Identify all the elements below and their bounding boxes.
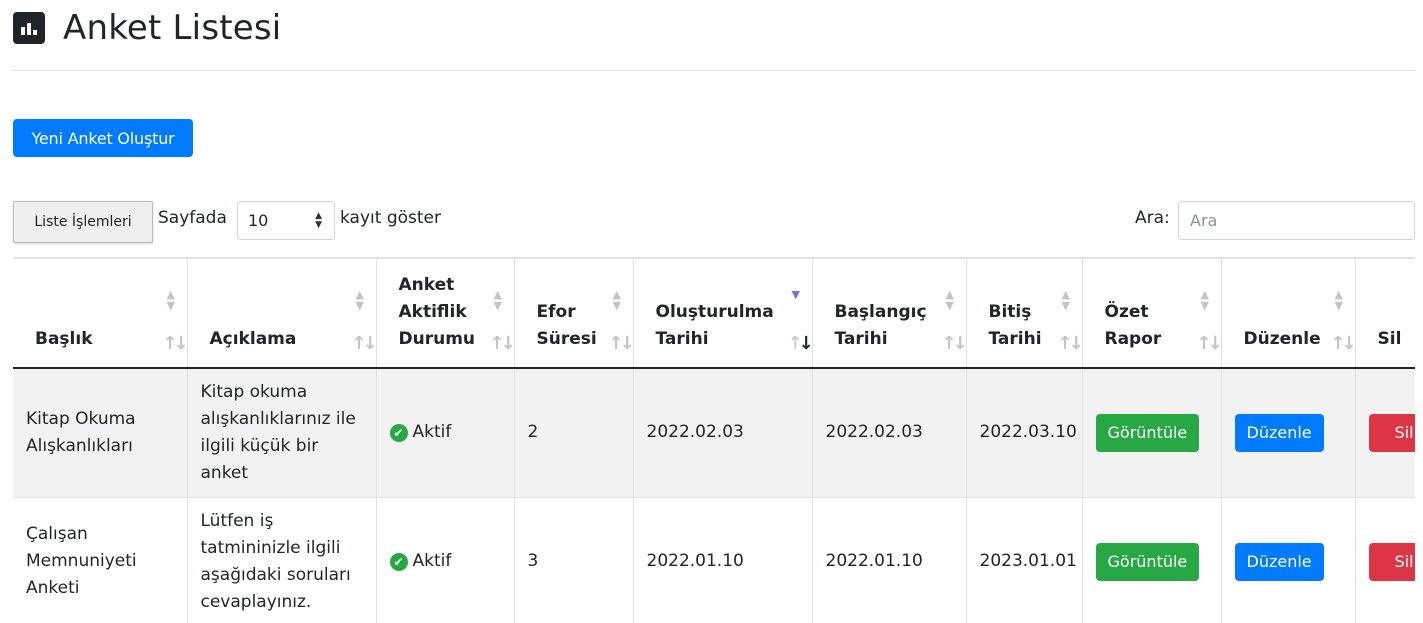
column-header-report[interactable]: Özet Rapor ▲ ▼ ↑↓ bbox=[1082, 258, 1223, 368]
cell-effort: 2 bbox=[514, 368, 634, 497]
cell-effort: 3 bbox=[514, 497, 634, 623]
cell-edit: Düzenle bbox=[1221, 368, 1356, 497]
delete-button[interactable]: Sil bbox=[1368, 413, 1415, 452]
table-row: Kitap Okuma Alışkanlıkları Kitap okuma a… bbox=[13, 368, 1415, 497]
status-label: Aktif bbox=[412, 551, 452, 571]
sort-icon: ▲ ▼ ↑↓ bbox=[162, 288, 189, 354]
list-operations-button[interactable]: Liste İşlemleri bbox=[13, 201, 153, 243]
column-header-created[interactable]: Oluşturulma Tarihi ▼ ↑↓ bbox=[633, 258, 814, 368]
sort-icon: ▲ ▼ ↑↓ bbox=[351, 288, 378, 354]
page-length-value: 10 bbox=[248, 211, 269, 230]
cell-title: Çalışan Memnuniyeti Anketi bbox=[13, 497, 188, 623]
sort-icon: ▲ ▼ ↑↓ bbox=[1057, 288, 1084, 354]
check-circle-icon: ✔ bbox=[389, 423, 408, 442]
cell-delete: Sil bbox=[1355, 497, 1415, 623]
check-circle-icon: ✔ bbox=[389, 552, 408, 571]
edit-button[interactable]: Düzenle bbox=[1234, 413, 1324, 452]
cell-title: Kitap Okuma Alışkanlıkları bbox=[13, 368, 188, 497]
cell-status: ✔ Aktif bbox=[376, 368, 515, 497]
cell-edit: Düzenle bbox=[1221, 497, 1356, 623]
delete-button[interactable]: Sil bbox=[1368, 542, 1415, 581]
select-arrows-icon: ▲ ▼ bbox=[315, 211, 322, 230]
column-header-effort[interactable]: Efor Süresi ▲ ▼ ↑↓ bbox=[514, 258, 635, 368]
new-survey-button[interactable]: Yeni Anket Oluştur bbox=[13, 119, 193, 157]
bar-chart-icon bbox=[13, 12, 45, 44]
search-label: Ara: bbox=[1135, 208, 1170, 228]
column-header-title[interactable]: Başlık ▲ ▼ ↑↓ bbox=[13, 258, 189, 368]
cell-end: 2023.01.01 bbox=[966, 497, 1083, 623]
cell-description: Kitap okuma alışkanlıklarınız ile ilgili… bbox=[187, 368, 377, 497]
cell-start: 2022.02.03 bbox=[812, 368, 967, 497]
status-label: Aktif bbox=[412, 422, 452, 443]
sort-icon: ▲ ▼ ↑↓ bbox=[489, 288, 516, 354]
column-header-status[interactable]: Anket Aktiflik Durumu ▲ ▼ ↑↓ bbox=[376, 258, 516, 368]
sort-icon: ▲ ▼ ↑↓ bbox=[1196, 288, 1223, 354]
column-header-edit[interactable]: Düzenle ▲ ▼ ↑↓ bbox=[1221, 258, 1357, 368]
cell-delete: Sil bbox=[1355, 368, 1415, 497]
cell-report: Görüntüle bbox=[1082, 368, 1222, 497]
cell-end: 2022.03.10 bbox=[966, 368, 1083, 497]
page-length-select[interactable]: 10 ▲ ▼ bbox=[237, 201, 335, 240]
column-header-start[interactable]: Başlangıç Tarihi ▲ ▼ ↑↓ bbox=[812, 258, 968, 368]
search-input[interactable] bbox=[1178, 201, 1415, 240]
length-suffix-label: kayıt göster bbox=[340, 208, 441, 228]
table-header-row: Başlık ▲ ▼ ↑↓ Açıklama ▲ ▼ ↑↓ Anket Aktiflik… bbox=[13, 258, 1415, 368]
column-header-description[interactable]: Açıklama ▲ ▼ ↑↓ bbox=[187, 258, 378, 368]
page-header: Anket Listesi bbox=[13, 8, 281, 48]
sort-icon: ▲ ▼ ↑↓ bbox=[608, 288, 635, 354]
sort-desc-icon: ▼ ↑↓ bbox=[787, 288, 814, 354]
column-header-delete[interactable]: Sil bbox=[1355, 258, 1415, 368]
sort-icon: ▲ ▼ ↑↓ bbox=[941, 288, 968, 354]
cell-created: 2022.01.10 bbox=[633, 497, 813, 623]
cell-start: 2022.01.10 bbox=[812, 497, 967, 623]
edit-button[interactable]: Düzenle bbox=[1234, 542, 1324, 581]
view-report-button[interactable]: Görüntüle bbox=[1095, 413, 1200, 452]
header-divider bbox=[12, 70, 1415, 71]
length-prefix-label: Sayfada bbox=[158, 208, 227, 228]
sort-icon: ▲ ▼ ↑↓ bbox=[1330, 288, 1357, 354]
cell-created: 2022.02.03 bbox=[633, 368, 813, 497]
cell-report: Görüntüle bbox=[1082, 497, 1222, 623]
survey-table-container: Başlık ▲ ▼ ↑↓ Açıklama ▲ ▼ ↑↓ Anket Aktiflik… bbox=[13, 257, 1415, 623]
view-report-button[interactable]: Görüntüle bbox=[1095, 542, 1200, 581]
cell-status: ✔ Aktif bbox=[376, 497, 515, 623]
page-title: Anket Listesi bbox=[63, 8, 282, 48]
table-row: Çalışan Memnuniyeti Anketi Lütfen iş tat… bbox=[13, 497, 1415, 623]
column-header-end[interactable]: Bitiş Tarihi ▲ ▼ ↑↓ bbox=[966, 258, 1084, 368]
cell-description: Lütfen iş tatmininizle ilgili aşağıdaki … bbox=[187, 497, 377, 623]
survey-table: Başlık ▲ ▼ ↑↓ Açıklama ▲ ▼ ↑↓ Anket Aktiflik… bbox=[13, 257, 1415, 623]
